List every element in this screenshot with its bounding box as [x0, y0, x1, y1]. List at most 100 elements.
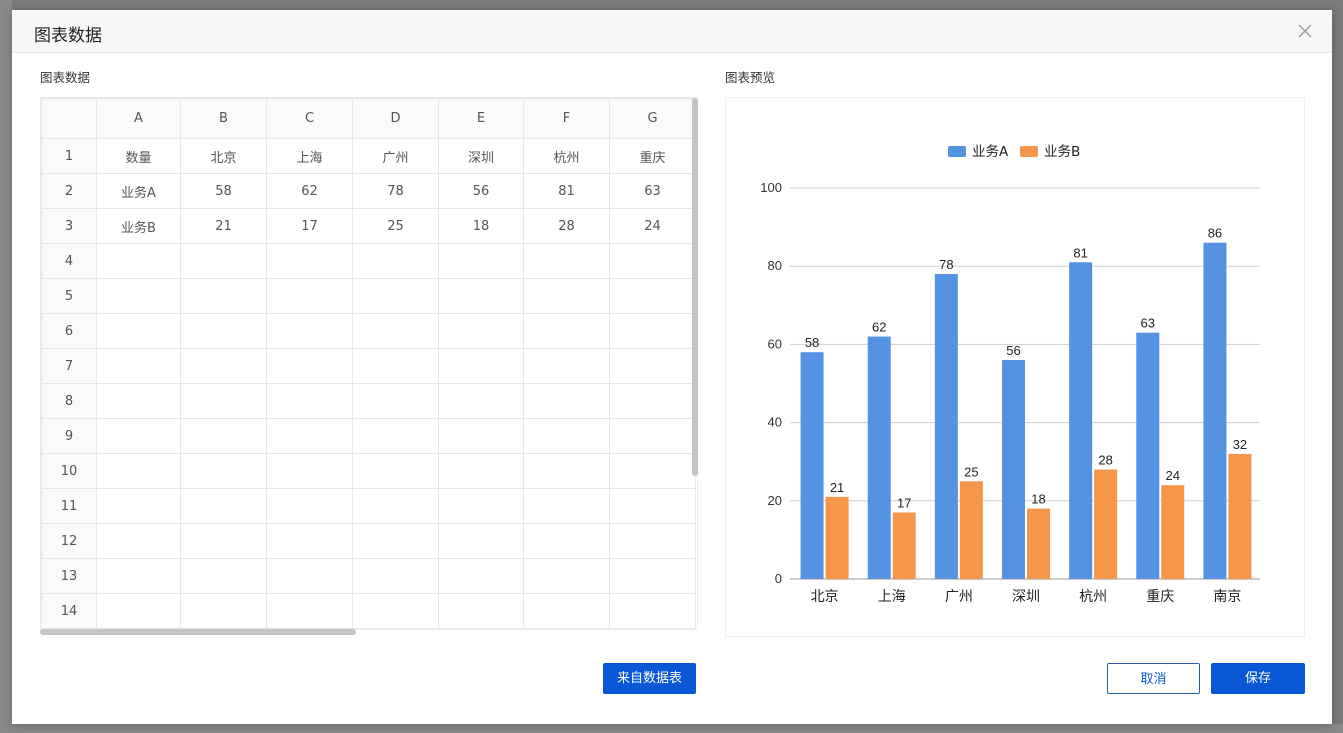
sheet-cell[interactable]: [180, 313, 267, 349]
row-header[interactable]: 10: [41, 453, 97, 489]
sheet-cell[interactable]: 21: [180, 208, 267, 244]
sheet-cell[interactable]: [266, 278, 353, 314]
sheet-cell[interactable]: [266, 593, 353, 629]
sheet-cell[interactable]: [180, 278, 267, 314]
sheet-cell[interactable]: 重庆: [609, 138, 696, 174]
sheet-cell[interactable]: [180, 348, 267, 384]
column-header[interactable]: C: [266, 98, 353, 139]
sheet-cell[interactable]: [438, 558, 524, 594]
sheet-cell[interactable]: [352, 313, 439, 349]
cancel-button[interactable]: 取消: [1107, 663, 1200, 694]
sheet-cell[interactable]: 25: [352, 208, 439, 244]
row-header[interactable]: 14: [41, 593, 97, 629]
sheet-cell[interactable]: [96, 278, 181, 314]
sheet-cell[interactable]: [523, 418, 610, 454]
sheet-cell[interactable]: 深圳: [438, 138, 524, 174]
sheet-cell[interactable]: [609, 383, 696, 419]
sheet-cell[interactable]: [352, 418, 439, 454]
sheet-cell[interactable]: [352, 593, 439, 629]
sheet-cell[interactable]: [180, 593, 267, 629]
sheet-cell[interactable]: [352, 243, 439, 279]
sheet-corner-cell[interactable]: [41, 98, 97, 139]
row-header[interactable]: 5: [41, 278, 97, 314]
sheet-cell[interactable]: [438, 243, 524, 279]
column-header[interactable]: F: [523, 98, 610, 139]
sheet-cell[interactable]: [266, 523, 353, 559]
sheet-cell[interactable]: [96, 593, 181, 629]
sheet-cell[interactable]: 62: [266, 173, 353, 209]
row-header[interactable]: 7: [41, 348, 97, 384]
sheet-cell[interactable]: [438, 348, 524, 384]
sheet-cell[interactable]: [96, 348, 181, 384]
sheet-cell[interactable]: [609, 523, 696, 559]
sheet-cell[interactable]: [438, 313, 524, 349]
sheet-cell[interactable]: [438, 418, 524, 454]
sheet-cell[interactable]: [609, 348, 696, 384]
sheet-cell[interactable]: 数量: [96, 138, 181, 174]
sheet-cell[interactable]: 28: [523, 208, 610, 244]
sheet-cell[interactable]: [609, 278, 696, 314]
sheet-cell[interactable]: 81: [523, 173, 610, 209]
close-icon[interactable]: [1296, 22, 1314, 40]
sheet-cell[interactable]: [96, 523, 181, 559]
sheet-cell[interactable]: [352, 348, 439, 384]
sheet-cell[interactable]: [523, 278, 610, 314]
sheet-cell[interactable]: 广州: [352, 138, 439, 174]
sheet-cell[interactable]: [523, 558, 610, 594]
sheet-cell[interactable]: [180, 418, 267, 454]
row-header[interactable]: 3: [41, 208, 97, 244]
row-header[interactable]: 12: [41, 523, 97, 559]
sheet-cell[interactable]: [352, 278, 439, 314]
sheet-cell[interactable]: [523, 348, 610, 384]
sheet-cell[interactable]: [266, 488, 353, 524]
sheet-cell[interactable]: [352, 383, 439, 419]
row-header[interactable]: 2: [41, 173, 97, 209]
sheet-cell[interactable]: [96, 383, 181, 419]
sheet-cell[interactable]: 24: [609, 208, 696, 244]
sheet-cell[interactable]: 18: [438, 208, 524, 244]
sheet-cell[interactable]: [266, 418, 353, 454]
sheet-horizontal-scrollbar[interactable]: [40, 629, 356, 635]
sheet-cell[interactable]: [266, 453, 353, 489]
sheet-cell[interactable]: [438, 383, 524, 419]
from-datasheet-button[interactable]: 来自数据表: [603, 663, 696, 694]
sheet-cell[interactable]: [438, 488, 524, 524]
sheet-cell[interactable]: 北京: [180, 138, 267, 174]
column-header[interactable]: B: [180, 98, 267, 139]
sheet-cell[interactable]: [352, 558, 439, 594]
sheet-cell[interactable]: [352, 523, 439, 559]
sheet-cell[interactable]: [438, 523, 524, 559]
sheet-cell[interactable]: 58: [180, 173, 267, 209]
sheet-cell[interactable]: [96, 453, 181, 489]
sheet-cell[interactable]: [266, 558, 353, 594]
column-header[interactable]: E: [438, 98, 524, 139]
column-header[interactable]: D: [352, 98, 439, 139]
sheet-cell[interactable]: [523, 593, 610, 629]
row-header[interactable]: 1: [41, 138, 97, 174]
row-header[interactable]: 11: [41, 488, 97, 524]
sheet-cell[interactable]: [609, 558, 696, 594]
column-header[interactable]: G: [609, 98, 696, 139]
sheet-cell[interactable]: [180, 488, 267, 524]
sheet-cell[interactable]: [96, 558, 181, 594]
sheet-cell[interactable]: [180, 558, 267, 594]
sheet-cell[interactable]: [352, 453, 439, 489]
sheet-cell[interactable]: [180, 523, 267, 559]
sheet-cell[interactable]: [523, 453, 610, 489]
sheet-cell[interactable]: [523, 243, 610, 279]
sheet-cell[interactable]: [523, 313, 610, 349]
sheet-cell[interactable]: 杭州: [523, 138, 610, 174]
row-header[interactable]: 8: [41, 383, 97, 419]
row-header[interactable]: 4: [41, 243, 97, 279]
row-header[interactable]: 9: [41, 418, 97, 454]
sheet-cell[interactable]: [523, 488, 610, 524]
sheet-cell[interactable]: [266, 243, 353, 279]
row-header[interactable]: 6: [41, 313, 97, 349]
sheet-cell[interactable]: [609, 488, 696, 524]
sheet-cell[interactable]: [352, 488, 439, 524]
sheet-cell[interactable]: 56: [438, 173, 524, 209]
sheet-cell[interactable]: [266, 313, 353, 349]
sheet-cell[interactable]: [96, 243, 181, 279]
sheet-cell[interactable]: [180, 243, 267, 279]
sheet-cell[interactable]: 17: [266, 208, 353, 244]
